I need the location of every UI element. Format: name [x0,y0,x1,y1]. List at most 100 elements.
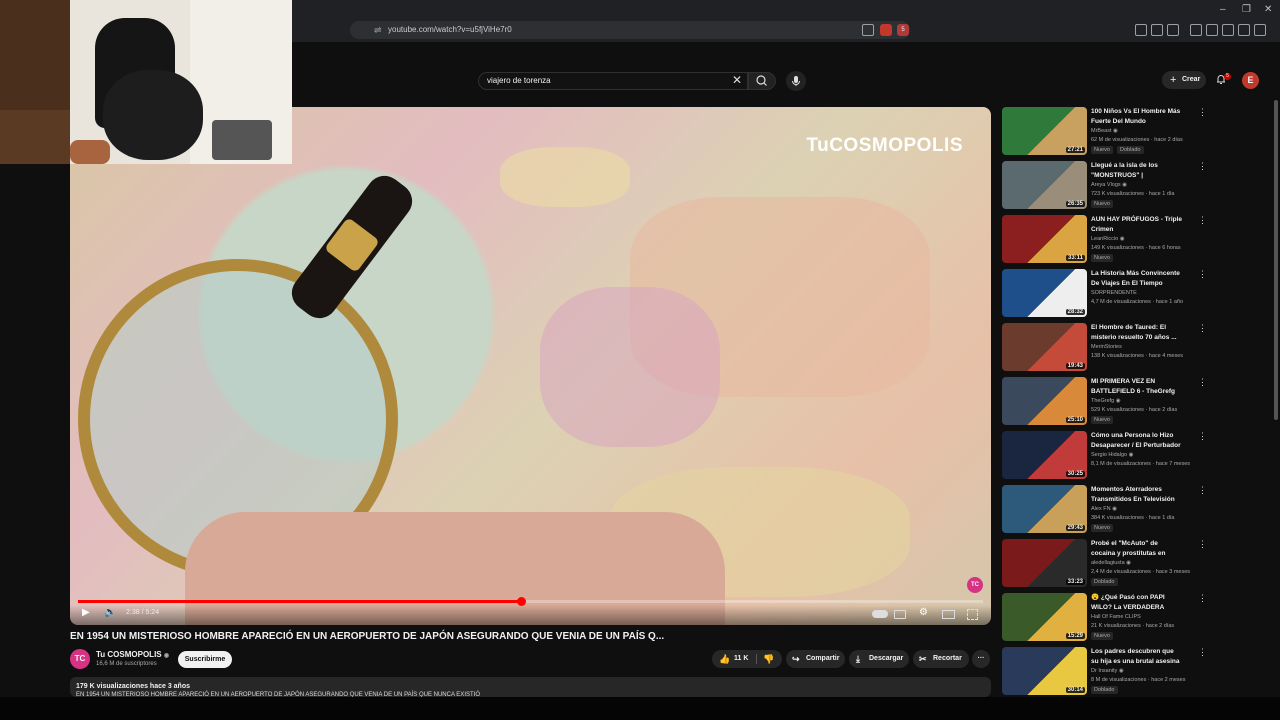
extension-m-icon[interactable] [1135,24,1147,36]
recommendation-title[interactable]: Probé el "McAuto" de cocaina y prostitut… [1091,539,1183,559]
more-options-icon[interactable]: ⋮ [1198,431,1207,442]
subtitles-icon[interactable] [894,610,906,619]
channel-branding-badge[interactable]: TC [967,577,983,593]
wallet-icon[interactable] [1254,24,1266,36]
extension-shield-icon[interactable] [880,24,892,36]
recommendation-item[interactable]: 15:29 😮 ¿Qué Pasó con PAPI WILO? La VERD… [1002,593,1212,643]
recommendation-title[interactable]: MI PRIMERA VEZ EN BATTLEFIELD 6 - TheGre… [1091,377,1183,397]
recommendation-item[interactable]: 30:25 Cómo una Persona lo Hizo Desaparec… [1002,431,1212,481]
recommendation-title[interactable]: La Historia Más Convincente De Viajes En… [1091,269,1183,289]
recommendation-channel[interactable]: Dr Insanity ◉ [1091,668,1124,674]
recommendation-thumbnail[interactable]: 29:43 [1002,485,1087,533]
volume-icon[interactable]: 🔈 [104,607,116,618]
more-options-icon[interactable]: ⋮ [1198,593,1207,604]
recommendation-channel[interactable]: Areya Vlogs ◉ [1091,182,1127,188]
recommendation-thumbnail[interactable]: 27:21 [1002,107,1087,155]
progress-bar[interactable] [78,597,983,606]
extension-badge[interactable]: 5 [897,24,909,36]
recommendation-thumbnail[interactable]: 26:35 [1002,161,1087,209]
more-options-icon[interactable]: ⋮ [1198,161,1207,172]
recommendation-item[interactable]: 27:21 100 Niños Vs El Hombre Más Fuerte … [1002,107,1212,157]
recommendation-title[interactable]: AUN HAY PRÓFUGOS - Triple Crimen [1091,215,1183,235]
description-box[interactable]: 179 K visualizaciones hace 3 años EN 195… [70,677,991,698]
search-button[interactable] [748,72,776,90]
download-button[interactable]: ⤓ Descargar [849,650,909,668]
recommendation-channel[interactable]: aledellagiusta ◉ [1091,560,1131,566]
subscribe-button[interactable]: Suscribirme [178,651,232,668]
recommendation-thumbnail[interactable]: 33:11 [1002,215,1087,263]
recommendation-title[interactable]: Los padres descubren que su hija es una … [1091,647,1183,667]
recommendation-channel[interactable]: TheGrefg ◉ [1091,398,1121,404]
recommendation-title[interactable]: El Hombre de Taured: El misterio resuelt… [1091,323,1183,343]
cast-icon[interactable] [862,24,874,36]
recommendation-channel[interactable]: Sergio Hidalgo ◉ [1091,452,1133,458]
site-info-icon[interactable]: ⇌ [374,21,382,39]
recommendation-item[interactable]: 25:10 MI PRIMERA VEZ EN BATTLEFIELD 6 - … [1002,377,1212,427]
address-bar[interactable]: ⇌ youtube.com/watch?v=u5fjViHe7r0 [350,21,910,39]
share-button[interactable]: ↪ Compartir [786,650,845,668]
more-actions-button[interactable]: ··· [972,650,990,668]
extension-gear-icon[interactable] [1151,24,1163,36]
more-options-icon[interactable]: ⋮ [1198,107,1207,118]
clip-button[interactable]: ✂ Recortar [913,650,969,668]
more-options-icon[interactable]: ⋮ [1198,647,1207,658]
create-button[interactable]: + Crear [1162,71,1206,89]
recommendation-item[interactable]: 29:43 Momentos Aterradores Transmitidos … [1002,485,1212,535]
search-input[interactable]: viajero de torenza [478,72,748,90]
close-window-button[interactable]: ✕ [1264,4,1272,15]
more-options-icon[interactable]: ⋮ [1198,377,1207,388]
more-options-icon[interactable]: ⋮ [1198,539,1207,550]
recommendation-channel[interactable]: Hall Of Fame CLIPS [1091,614,1141,620]
recommendation-channel[interactable]: SORPRENDENTE [1091,290,1137,296]
fullscreen-icon[interactable] [967,609,978,620]
video-player[interactable]: TuCOSMOPOLIS TC ▶ 🔈 2:38 / 5:24 ⚙ [70,107,991,625]
music-icon[interactable] [1190,24,1202,36]
like-count[interactable]: 11 K [734,650,748,668]
clip-label: Recortar [933,655,962,662]
recommendation-title[interactable]: Cómo una Persona lo Hizo Desaparecer / E… [1091,431,1183,451]
thumbs-up-icon[interactable]: 👍 [719,650,730,668]
more-options-icon[interactable]: ⋮ [1198,269,1207,280]
play-icon[interactable]: ▶ [82,607,90,618]
clear-search-icon[interactable]: ✕ [732,73,742,87]
recommendation-thumbnail[interactable]: 25:10 [1002,377,1087,425]
thumbs-down-icon[interactable]: 👎 [763,650,774,668]
more-options-icon[interactable]: ⋮ [1198,323,1207,334]
tab-search-icon[interactable] [1222,24,1234,36]
scrollbar[interactable] [1274,100,1278,420]
recommendation-title[interactable]: 😮 ¿Qué Pasó con PAPI WILO? La VERDADERA … [1091,593,1183,613]
recommendation-title[interactable]: 100 Niños Vs El Hombre Más Fuerte Del Mu… [1091,107,1183,127]
recommendation-item[interactable]: 30:14 Los padres descubren que su hija e… [1002,647,1212,697]
recommendation-title[interactable]: Llegué a la isla de los "MONSTRUOS" | GA… [1091,161,1183,181]
recommendation-thumbnail[interactable]: 15:29 [1002,593,1087,641]
recommendation-channel[interactable]: MrBeast ◉ [1091,128,1118,134]
recommendation-channel[interactable]: MerinStories [1091,344,1122,350]
more-options-icon[interactable]: ⋮ [1198,485,1207,496]
extension-grid-icon[interactable] [1167,24,1179,36]
recommendation-channel[interactable]: LeanRiccio ◉ [1091,236,1125,242]
channel-name[interactable]: Tu COSMOPOLIS ◉ [96,650,169,659]
user-avatar[interactable]: E [1242,72,1259,89]
recommendation-item[interactable]: 19:43 El Hombre de Taured: El misterio r… [1002,323,1212,373]
recommendation-item[interactable]: 26:35 Llegué a la isla de los "MONSTRUOS… [1002,161,1212,211]
theater-mode-icon[interactable] [942,610,955,619]
recommendation-thumbnail[interactable]: 30:14 [1002,647,1087,695]
recommendation-thumbnail[interactable]: 19:43 [1002,323,1087,371]
autoplay-toggle[interactable] [872,610,888,618]
minimize-button[interactable]: – [1220,4,1226,15]
maximize-button[interactable]: ❐ [1242,4,1251,15]
recommendation-item[interactable]: 33:11 AUN HAY PRÓFUGOS - Triple Crimen L… [1002,215,1212,265]
voice-search-button[interactable] [786,71,806,91]
recommendation-thumbnail[interactable]: 28:32 [1002,269,1087,317]
channel-avatar[interactable]: TC [70,649,90,669]
recommendation-thumbnail[interactable]: 33:23 [1002,539,1087,587]
recommendation-channel[interactable]: Alex FN ◉ [1091,506,1117,512]
settings-gear-icon[interactable]: ⚙ [919,607,928,618]
recommendation-thumbnail[interactable]: 30:25 [1002,431,1087,479]
sidebar-icon[interactable] [1206,24,1218,36]
recommendation-item[interactable]: 28:32 La Historia Más Convincente De Via… [1002,269,1212,319]
puzzle-icon[interactable] [1238,24,1250,36]
recommendation-item[interactable]: 33:23 Probé el "McAuto" de cocaina y pro… [1002,539,1212,589]
more-options-icon[interactable]: ⋮ [1198,215,1207,226]
recommendation-title[interactable]: Momentos Aterradores Transmitidos En Tel… [1091,485,1183,505]
